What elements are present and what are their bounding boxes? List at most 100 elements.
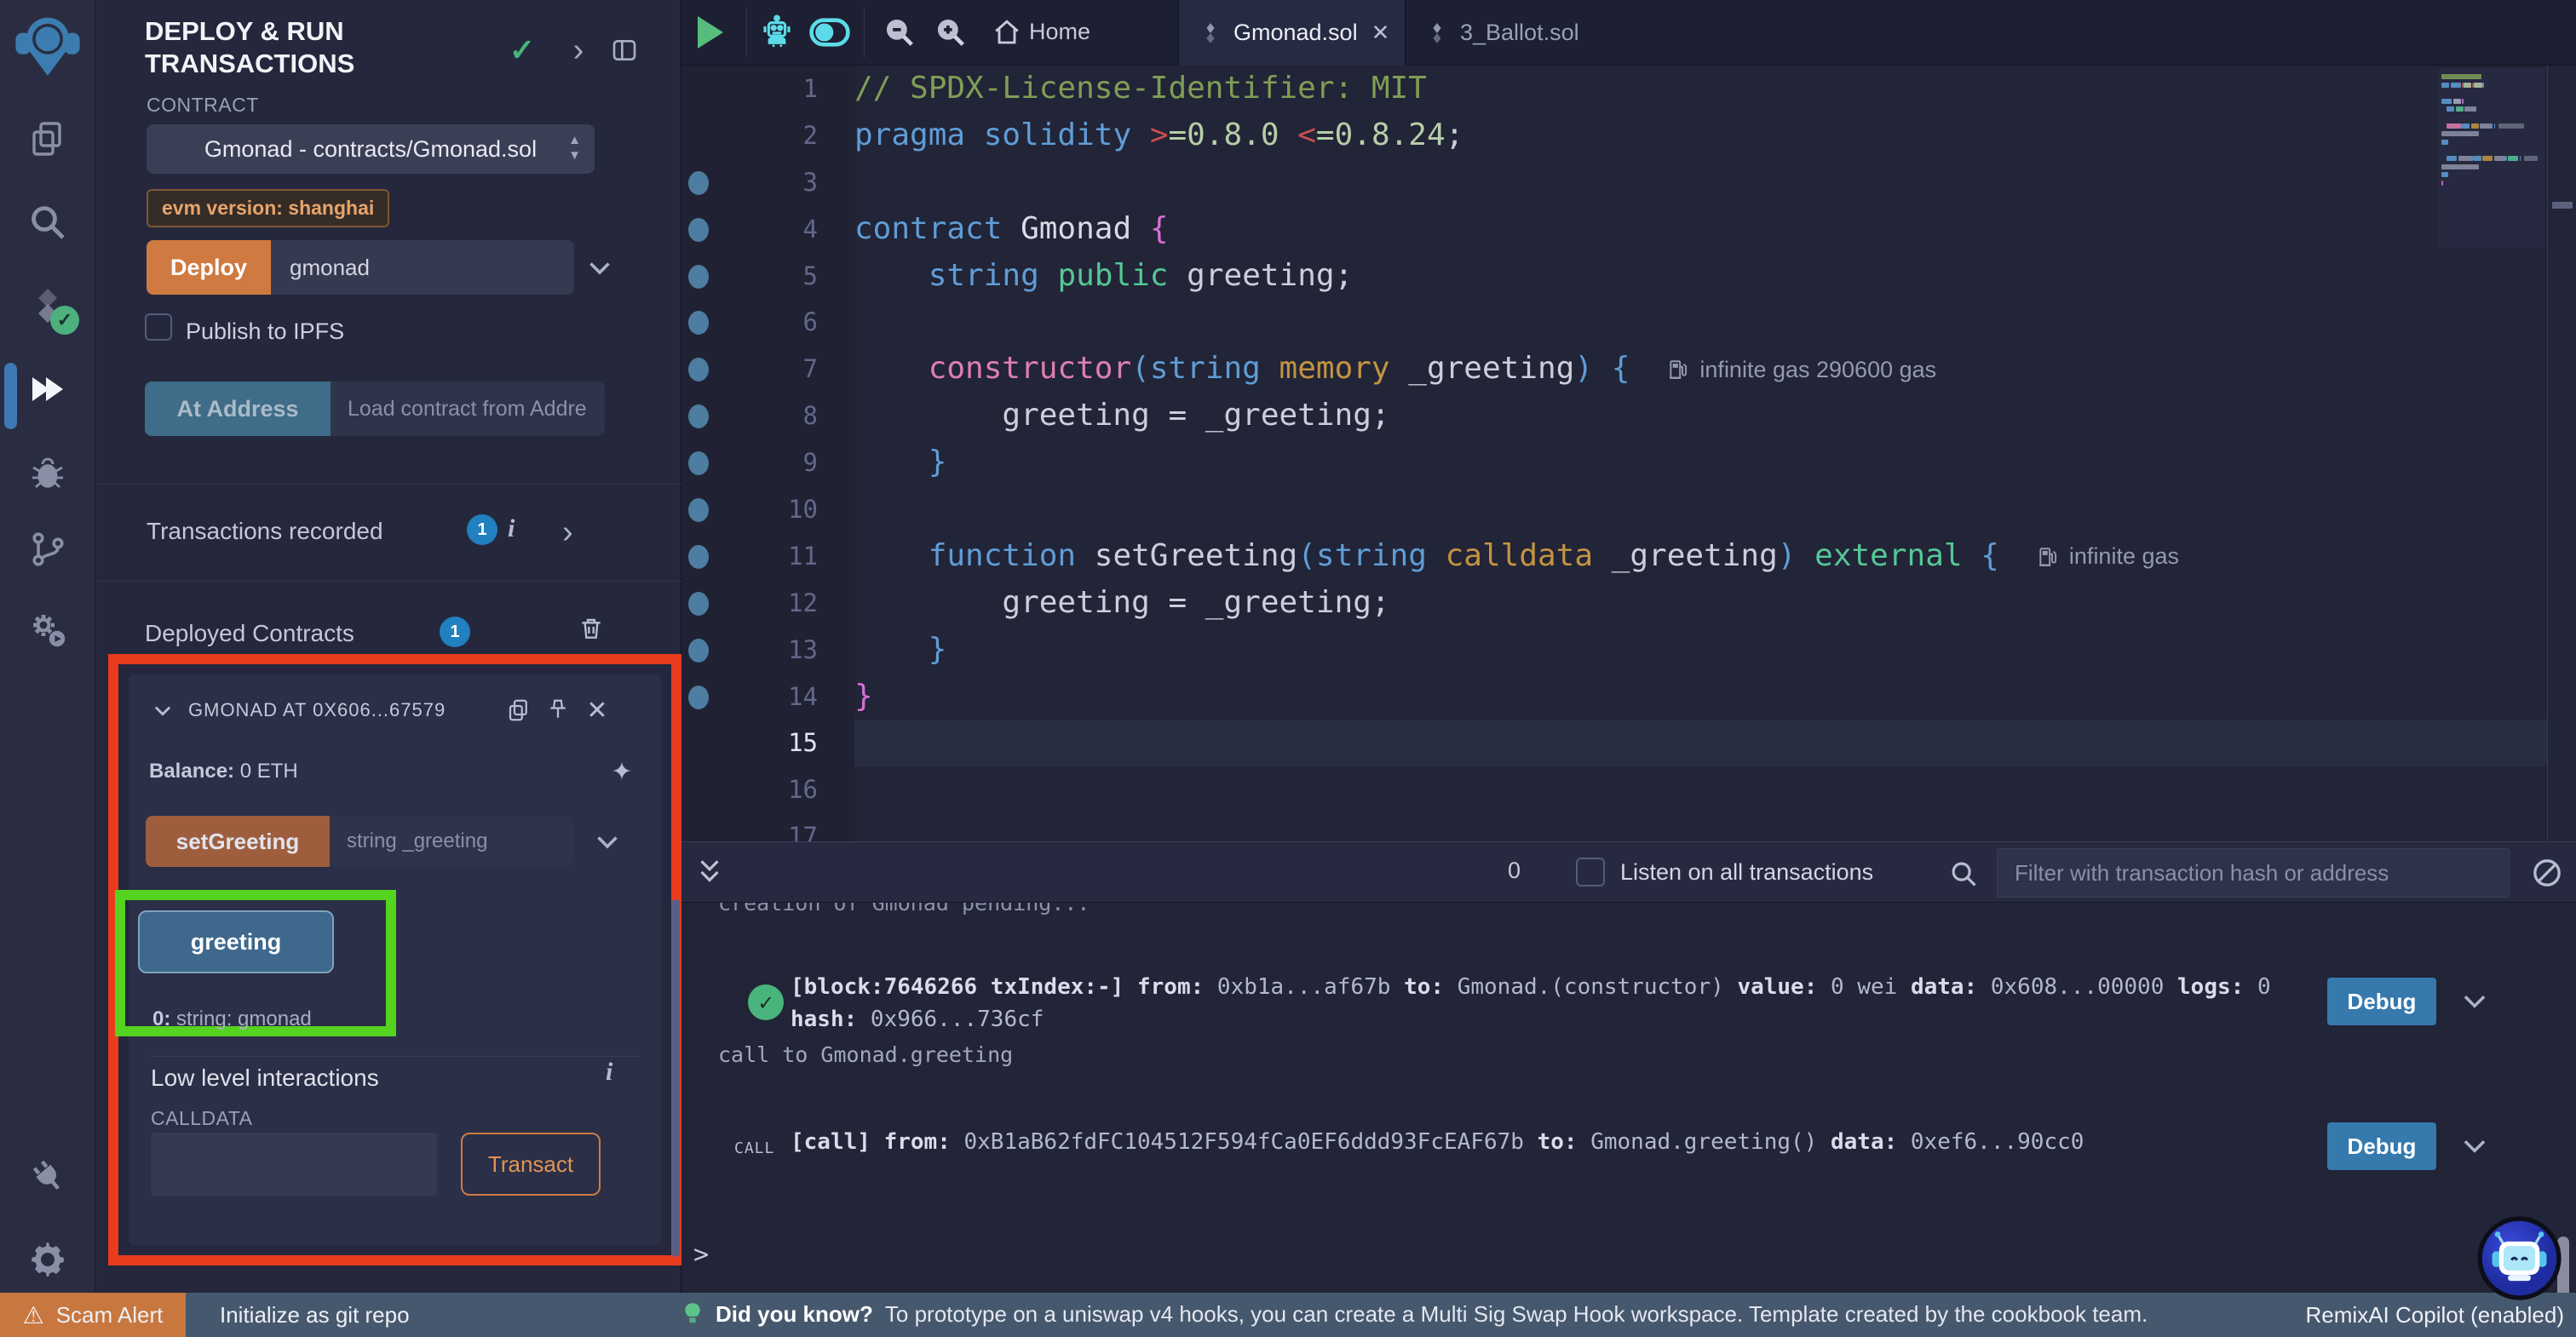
constructor-arg-input[interactable] [271,240,574,295]
home-tab[interactable]: Home [1029,19,1090,45]
expand-log-chevron-icon[interactable] [2458,1129,2491,1162]
pin-panel-icon[interactable] [608,34,641,66]
pin-contract-icon[interactable] [544,697,572,724]
did-you-know-tip: Did you know? To prototype on a uniswap … [681,1301,2148,1328]
deploy-expand-chevron-icon[interactable] [584,252,615,283]
solidity-compiler-icon[interactable]: ✓ [0,267,95,344]
deploy-button[interactable]: Deploy [147,240,271,295]
set-greeting-arg-input[interactable] [330,816,573,867]
debugger-icon[interactable] [0,434,95,511]
publish-ipfs-checkbox[interactable] [145,313,172,341]
evm-version-badge: evm version: shanghai [147,189,389,227]
git-icon[interactable] [0,511,95,588]
at-address-input[interactable] [331,382,605,436]
code-line-3[interactable]: 3 [681,159,2576,206]
file-explorer-icon[interactable] [0,100,95,177]
calldata-input[interactable] [151,1133,437,1196]
expand-log-chevron-icon[interactable] [2458,984,2491,1017]
deploy-run-icon[interactable] [0,351,95,427]
contract-address-title[interactable]: GMONAD AT 0X606...67579 [188,699,493,721]
code-line-7[interactable]: 7 constructor(string memory _greeting) {… [681,346,2576,393]
tx-log-entry[interactable]: [block:7646266 txIndex:-] from: 0xb1a...… [791,971,2307,1036]
code-text: pragma solidity >=0.8.0 <=0.8.24; [854,112,1463,159]
line-number: 9 [681,439,818,486]
init-git-repo-button[interactable]: Initialize as git repo [220,1302,410,1328]
line-number: 1 [681,66,818,112]
code-line-8[interactable]: 8 greeting = _greeting; [681,393,2576,439]
plugin-connector-icon[interactable] [0,1138,95,1214]
code-line-16[interactable]: 16 [681,766,2576,813]
terminal: 0 Listen on all transactions creation of… [681,841,2576,1293]
transaction-filter-input[interactable] [1997,848,2510,898]
editor: Home Gmonad.sol ✕ 3_Ballot.sol 1// SPDX-… [681,0,2576,841]
close-tab-icon[interactable]: ✕ [1371,20,1390,46]
transactions-info-icon[interactable]: i [508,514,515,543]
gas-estimate-annotation: infinite gas 290600 gas [1667,347,1936,393]
code-line-15[interactable]: 15 [681,720,2576,766]
remixai-robot-icon[interactable] [755,10,799,55]
code-line-17[interactable]: 17 [681,813,2576,841]
transactions-expand-chevron-icon[interactable]: › [562,514,573,551]
code-line-5[interactable]: 5 string public greeting; [681,253,2576,300]
set-greeting-button[interactable]: setGreeting [146,816,330,867]
contract-select[interactable]: Gmonad - contracts/Gmonad.sol ▲▼ [147,124,595,174]
set-greeting-expand-chevron-icon[interactable] [592,826,623,857]
expand-terminal-icon[interactable] [693,856,726,888]
minimap[interactable] [2438,69,2545,248]
clear-deployed-trash-icon[interactable] [578,615,605,642]
code-line-12[interactable]: 12 greeting = _greeting; [681,580,2576,627]
greeting-button[interactable]: greeting [138,910,334,973]
code-line-1[interactable]: 1// SPDX-License-Identifier: MIT [681,66,2576,112]
remixai-assistant-button[interactable] [2477,1216,2562,1300]
remix-logo-icon[interactable] [11,9,84,89]
call-log-entry[interactable]: [call] from: 0xB1aB62fdFC104512F594fCa0E… [791,1129,2307,1155]
listen-all-transactions-label: Listen on all transactions [1620,859,1873,886]
terminal-search-icon[interactable] [1947,858,1980,890]
code-line-13[interactable]: 13 } [681,627,2576,674]
terminal-log-area[interactable]: creation of Gmonad pending... ✓[block:76… [681,903,2576,1293]
code-line-10[interactable]: 10 [681,486,2576,533]
deployed-contracts-count-badge: 1 [440,617,470,647]
copy-address-icon[interactable] [505,697,532,724]
transact-button[interactable]: Transact [461,1133,601,1196]
editor-scrollbar[interactable] [2552,202,2573,209]
plugin-manager-icon[interactable] [0,591,95,668]
code-line-9[interactable]: 9 } [681,439,2576,486]
line-number: 7 [681,346,818,393]
pending-creation-text: creation of Gmonad pending... [718,903,1090,915]
zoom-out-icon[interactable] [877,10,922,55]
contract-label: CONTRACT [147,94,259,117]
zoom-in-icon[interactable] [929,10,973,55]
home-icon[interactable] [985,10,1029,55]
debug-button[interactable]: Debug [2327,1122,2436,1170]
low-level-info-icon[interactable]: i [606,1058,612,1087]
line-number: 4 [681,206,818,253]
clear-console-ban-icon[interactable] [2530,856,2564,890]
tab-3-ballot-sol[interactable]: 3_Ballot.sol [1406,0,1614,66]
remove-contract-close-icon[interactable]: ✕ [584,697,611,724]
panel-scrollbar[interactable] [671,899,680,1257]
code-line-4[interactable]: 4contract Gmonad { [681,206,2576,253]
balance-value: 0 ETH [240,760,298,783]
collapse-panel-chevron-icon[interactable]: › [562,34,595,66]
at-address-button[interactable]: At Address [145,382,331,436]
code-line-6[interactable]: 6 [681,299,2576,346]
code-line-11[interactable]: 11 function setGreeting(string calldata … [681,533,2576,580]
card-collapse-chevron-icon[interactable] [149,697,176,724]
run-script-play-icon[interactable] [688,10,733,55]
settings-icon[interactable] [0,1221,95,1298]
code-line-2[interactable]: 2pragma solidity >=0.8.0 <=0.8.24; [681,112,2576,159]
listen-all-transactions-checkbox[interactable] [1576,858,1605,887]
terminal-prompt[interactable]: > [693,1240,709,1270]
line-number: 5 [681,253,818,300]
debug-button[interactable]: Debug [2327,978,2436,1025]
ai-sparkle-icon[interactable]: ✦ [608,758,635,785]
code-line-14[interactable]: 14} [681,674,2576,720]
tab-gmonad-sol[interactable]: Gmonad.sol ✕ [1178,0,1406,66]
scam-alert-button[interactable]: ⚠ Scam Alert [0,1293,186,1337]
copilot-toggle-icon[interactable] [808,10,852,55]
transactions-recorded-label: Transactions recorded [147,518,383,545]
code-area[interactable]: 1// SPDX-License-Identifier: MIT2pragma … [681,66,2576,841]
terminal-header: 0 Listen on all transactions [681,841,2576,903]
search-icon[interactable] [0,184,95,261]
